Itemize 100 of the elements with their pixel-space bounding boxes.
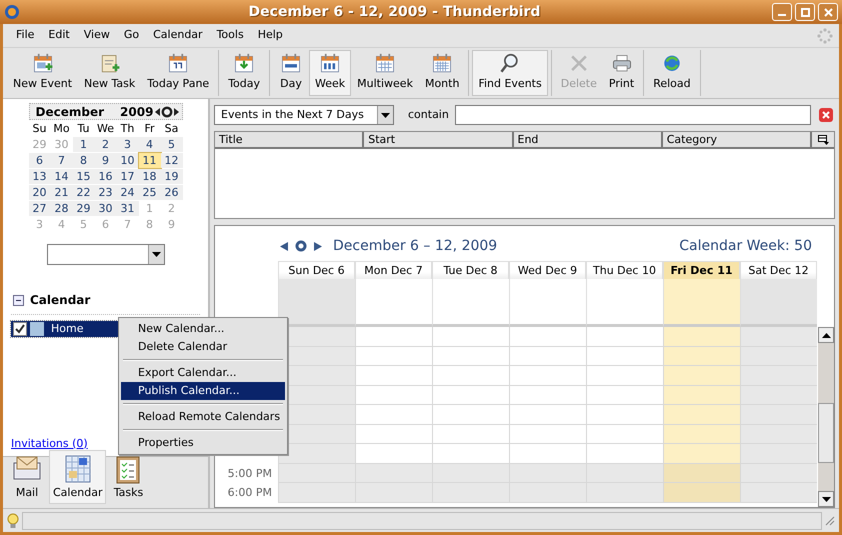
calendar-day[interactable]: 11 bbox=[138, 153, 160, 168]
weekday-label: Su bbox=[32, 121, 48, 136]
calendar-day[interactable]: 6 bbox=[28, 153, 50, 168]
column-header[interactable]: Category bbox=[662, 132, 812, 149]
column-header[interactable]: Start bbox=[364, 132, 514, 149]
week-title: December 6 – 12, 2009 bbox=[333, 236, 498, 256]
toolbar-button[interactable]: Today bbox=[222, 50, 266, 96]
calendar-day[interactable]: 17 bbox=[116, 169, 138, 184]
calendar-day[interactable]: 19 bbox=[160, 169, 182, 184]
next-icon[interactable] bbox=[313, 240, 323, 252]
checkbox[interactable] bbox=[13, 322, 27, 336]
close-button[interactable] bbox=[818, 3, 838, 21]
menu-item[interactable]: Tools bbox=[210, 27, 251, 44]
today-icon[interactable] bbox=[295, 240, 307, 252]
column-header[interactable]: Title bbox=[215, 132, 364, 149]
menu-item[interactable]: Export Calendar... bbox=[121, 364, 285, 382]
mode-tab[interactable]: Calendar bbox=[49, 450, 106, 504]
menu-item[interactable]: File bbox=[9, 27, 42, 44]
calendar-day[interactable]: 13 bbox=[28, 169, 50, 184]
calendar-day[interactable]: 23 bbox=[94, 185, 116, 200]
next-icon[interactable] bbox=[172, 106, 180, 116]
calendar-day[interactable]: 20 bbox=[28, 185, 50, 200]
menu-item[interactable]: View bbox=[76, 27, 117, 44]
calendar-day[interactable]: 28 bbox=[50, 201, 72, 216]
menu-item[interactable]: Edit bbox=[41, 27, 77, 44]
all-day-cell[interactable] bbox=[740, 279, 817, 327]
toolbar-button[interactable]: Multiweek bbox=[351, 50, 419, 96]
toolbar-button[interactable]: Reload bbox=[647, 50, 697, 96]
calendar-day[interactable]: 9 bbox=[94, 153, 116, 168]
calendar-day[interactable]: 26 bbox=[160, 185, 182, 200]
search-field[interactable] bbox=[454, 105, 811, 125]
previous-icon[interactable] bbox=[279, 240, 289, 252]
menu-item[interactable]: Go bbox=[116, 27, 146, 44]
all-day-cell[interactable] bbox=[663, 279, 740, 327]
calendar-day[interactable]: 30 bbox=[94, 201, 116, 216]
toolbar-button[interactable]: Month bbox=[418, 50, 466, 96]
toolbar-button[interactable]: Find Events bbox=[472, 50, 548, 96]
calendar-day[interactable]: 8 bbox=[72, 153, 94, 168]
toolbar-button[interactable]: New Task bbox=[78, 50, 142, 96]
weekday-label: Th bbox=[120, 121, 136, 136]
checkmark-icon bbox=[15, 324, 25, 334]
calendar-day[interactable]: 31 bbox=[116, 201, 138, 216]
menu-item[interactable]: Delete Calendar bbox=[121, 338, 285, 356]
all-day-cell[interactable] bbox=[278, 279, 355, 327]
calendar-day[interactable]: 10 bbox=[116, 153, 138, 168]
column-header[interactable]: End bbox=[514, 132, 663, 149]
menu-item[interactable]: Reload Remote Calendars bbox=[121, 408, 285, 426]
dropdown-arrow-icon bbox=[381, 112, 390, 118]
calendar-day[interactable]: 2 bbox=[94, 137, 116, 152]
calendar-dropdown[interactable] bbox=[46, 244, 164, 265]
calendar-day[interactable]: 24 bbox=[116, 185, 138, 200]
dropdown-arrow-icon bbox=[152, 252, 160, 257]
calendar-day[interactable]: 25 bbox=[138, 185, 160, 200]
resize-grip-icon[interactable] bbox=[825, 516, 835, 526]
calendar-day[interactable]: 1 bbox=[72, 137, 94, 152]
mode-tab[interactable]: Mail bbox=[7, 450, 47, 504]
toolbar-button[interactable]: Print bbox=[602, 50, 640, 96]
menu-item[interactable]: Publish Calendar... bbox=[121, 382, 285, 400]
calendar-day[interactable]: 27 bbox=[28, 201, 50, 216]
day-header: Thu Dec 10 bbox=[586, 261, 663, 279]
weekday-label: We bbox=[96, 121, 115, 136]
toolbar-button[interactable]: New Event bbox=[7, 50, 78, 96]
calendar-day[interactable]: 14 bbox=[50, 169, 72, 184]
today-icon[interactable] bbox=[160, 106, 172, 118]
up-arrow-icon bbox=[822, 332, 830, 338]
previous-icon[interactable] bbox=[154, 106, 160, 116]
column-picker-button[interactable] bbox=[812, 132, 834, 149]
minimize-button[interactable] bbox=[772, 3, 792, 21]
calendar-day[interactable]: 22 bbox=[72, 185, 94, 200]
column-picker-icon bbox=[818, 134, 828, 144]
calendar-day[interactable]: 7 bbox=[50, 153, 72, 168]
menu-item[interactable]: Calendar bbox=[146, 27, 210, 44]
calendar-day[interactable]: 3 bbox=[116, 137, 138, 152]
calendar-day[interactable]: 29 bbox=[72, 201, 94, 216]
menu-item[interactable]: Help bbox=[250, 27, 290, 44]
toolbar-button[interactable]: Today Pane bbox=[141, 50, 216, 96]
all-day-cell[interactable] bbox=[432, 279, 509, 327]
day-header: Sat Dec 12 bbox=[740, 261, 817, 279]
calendar-day[interactable]: 16 bbox=[94, 169, 116, 184]
day-header: Mon Dec 7 bbox=[355, 261, 432, 279]
toolbar-button[interactable]: Day bbox=[273, 50, 310, 96]
day-header: Sun Dec 6 bbox=[278, 261, 355, 279]
all-day-cell[interactable] bbox=[586, 279, 663, 327]
maximize-button[interactable] bbox=[795, 3, 815, 21]
scrollbar[interactable] bbox=[818, 327, 834, 507]
calendar-day[interactable]: 4 bbox=[138, 137, 160, 152]
lightbulb-icon bbox=[7, 512, 19, 528]
all-day-cell[interactable] bbox=[509, 279, 586, 327]
calendar-day[interactable]: 18 bbox=[138, 169, 160, 184]
toolbar-button[interactable]: Week bbox=[309, 50, 352, 96]
clear-button[interactable] bbox=[819, 108, 833, 122]
all-day-cell[interactable] bbox=[355, 279, 432, 327]
filter-dropdown[interactable]: Events in the Next 7 Days bbox=[214, 105, 394, 125]
weekday-label: Fr bbox=[143, 121, 156, 136]
calendar-day[interactable]: 12 bbox=[160, 153, 182, 168]
menu-item[interactable]: Properties bbox=[121, 434, 285, 452]
calendar-day[interactable]: 15 bbox=[72, 169, 94, 184]
calendar-day[interactable]: 21 bbox=[50, 185, 72, 200]
collapse-icon[interactable] bbox=[13, 294, 24, 306]
calendar-day[interactable]: 5 bbox=[160, 137, 182, 152]
